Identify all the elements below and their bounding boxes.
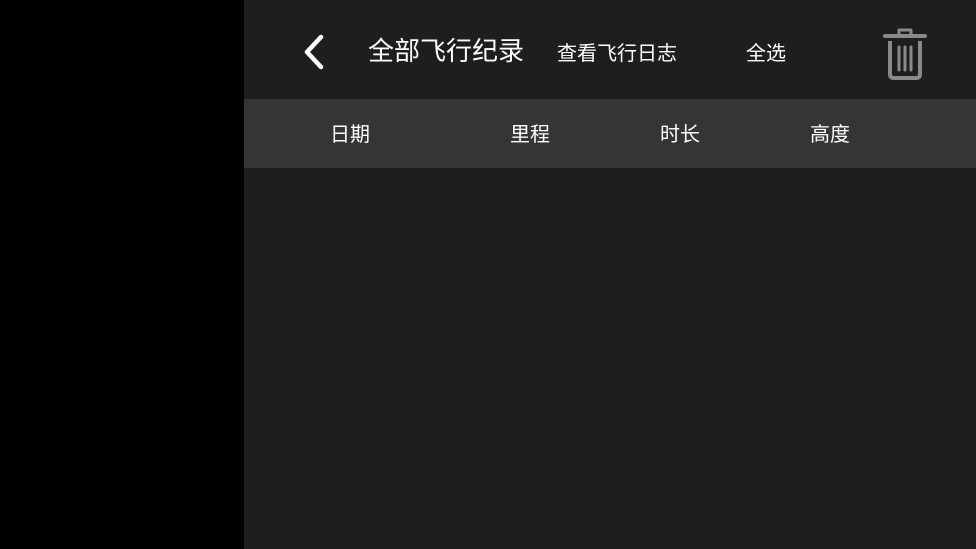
select-all-button[interactable]: 全选 [746, 38, 786, 68]
column-header-distance: 里程 [510, 122, 550, 146]
chevron-left-icon [304, 34, 324, 70]
flight-record-list[interactable] [244, 168, 976, 549]
column-header-altitude: 高度 [810, 122, 850, 146]
main-panel: 全部飞行纪录 查看飞行日志 全选 日期 里程 时长 高度 [244, 0, 976, 549]
app-window: 全部飞行纪录 查看飞行日志 全选 日期 里程 时长 高度 [0, 0, 976, 549]
column-header-duration: 时长 [660, 122, 700, 146]
left-panel [0, 0, 244, 549]
view-flight-log-button[interactable]: 查看飞行日志 [557, 38, 677, 68]
table-header-row: 日期 里程 时长 高度 [244, 99, 976, 168]
top-bar: 全部飞行纪录 查看飞行日志 全选 [244, 0, 976, 99]
back-button[interactable] [294, 30, 334, 74]
page-title: 全部飞行纪录 [368, 37, 525, 67]
column-header-date: 日期 [330, 122, 370, 146]
delete-button[interactable] [880, 26, 930, 82]
trash-icon [883, 28, 927, 80]
